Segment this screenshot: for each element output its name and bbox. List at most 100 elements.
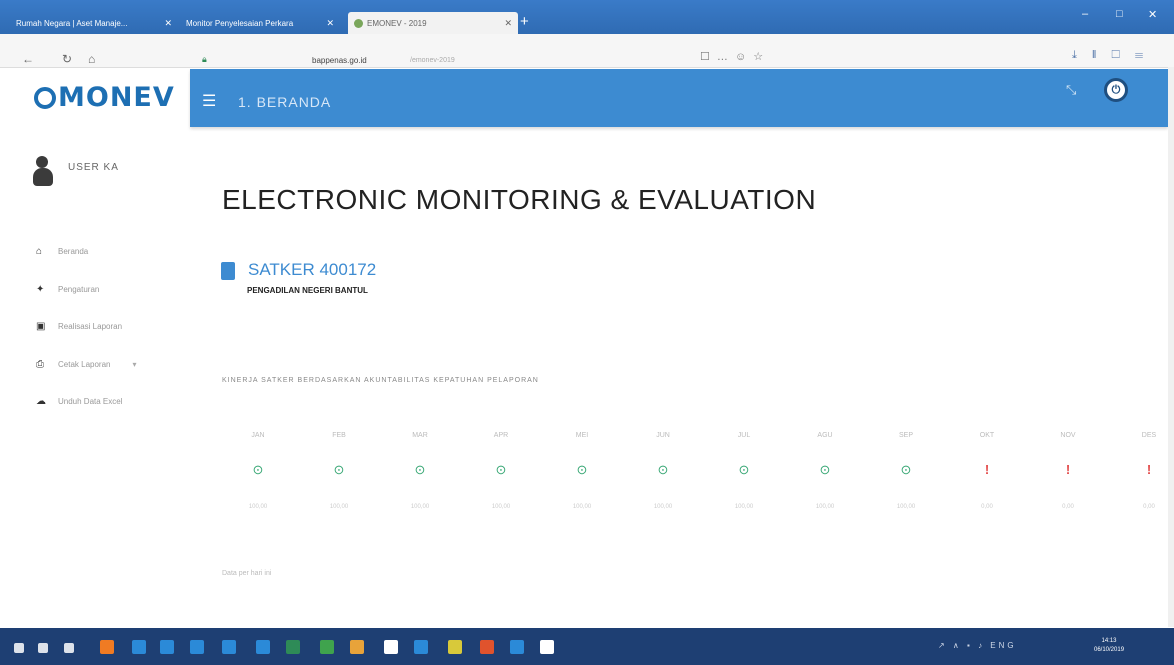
settings-icon: ✦: [36, 284, 45, 295]
close-tab-icon[interactable]: ✕: [504, 18, 512, 29]
performance-label: KINERJA SATKER BERDASARKAN AKUNTABILITAS…: [222, 377, 539, 384]
tab-label: Monitor Penyelesaian Perkara: [186, 18, 294, 28]
back-icon[interactable]: ←: [22, 52, 34, 66]
logo-text: MONEV: [58, 82, 175, 113]
check-circle-icon: ⊙: [738, 462, 750, 477]
sidebar-item-label: Unduh Data Excel: [58, 397, 123, 406]
satker-name: PENGADILAN NEGERI BANTUL: [247, 286, 368, 295]
system-tray[interactable]: ↗ ∧ ▪ ♪ ENG: [938, 641, 1017, 650]
fullscreen-icon[interactable]: ⤡: [1066, 82, 1076, 98]
taskbar-chrome-icon[interactable]: [320, 640, 334, 654]
taskbar-outlook-icon[interactable]: [510, 640, 524, 654]
sidebar-item-cetak[interactable]: ⎙ Cetak Laporan ▾: [36, 359, 137, 370]
clock-date: 06/10/2019: [1094, 647, 1125, 653]
taskbar-explorer-icon[interactable]: [160, 640, 174, 654]
sidebar-item-pengaturan[interactable]: ✦ Pengaturan: [36, 284, 99, 295]
taskbar-word-icon[interactable]: [256, 640, 270, 654]
close-tab-icon[interactable]: ✕: [326, 18, 334, 29]
taskbar-search-icon[interactable]: [38, 643, 48, 653]
check-circle-icon: ⊙: [333, 462, 345, 477]
user-name: USER KA: [68, 162, 119, 173]
sidebar-item-realisasi[interactable]: ▣ Realisasi Laporan: [36, 321, 122, 332]
sidebar-item-beranda[interactable]: ⌂ Beranda: [36, 246, 88, 257]
reload-icon[interactable]: ↻: [62, 52, 72, 66]
app-logo[interactable]: MONEV: [34, 82, 175, 113]
satker-code: SATKER 400172: [248, 260, 377, 279]
check-circle-icon: ⊙: [414, 462, 426, 477]
sidebar-item-label: Realisasi Laporan: [58, 322, 123, 331]
close-tab-icon[interactable]: ✕: [164, 18, 172, 29]
browser-tab-1[interactable]: Rumah Negara | Aset Manaje... ✕: [10, 12, 178, 34]
month-value: 0,00: [981, 504, 993, 510]
sidebar-item-unduh[interactable]: ☁ Unduh Data Excel: [36, 396, 122, 407]
month-value: 100,00: [734, 504, 754, 510]
home-icon: ⌂: [36, 246, 43, 257]
taskbar-edge-icon[interactable]: [132, 640, 146, 654]
month-name: FEB: [332, 432, 346, 439]
user-menu-button[interactable]: ⏻: [1104, 78, 1128, 102]
month-value: 100,00: [653, 504, 673, 510]
month-name: MEI: [575, 432, 589, 439]
exclamation-icon: !: [1065, 462, 1071, 477]
browser-toolbar-icons[interactable]: ⤓ ‖ ☐ ☰: [1072, 49, 1149, 62]
month-value: 100,00: [491, 504, 511, 510]
page-title: 1. BERANDA: [238, 94, 332, 110]
clock-time: 14:13: [1101, 638, 1117, 644]
report-icon: ▣: [36, 321, 46, 332]
url-path[interactable]: /emonev-2019: [410, 57, 455, 64]
logo-ring-icon: [34, 87, 56, 109]
scrollbar[interactable]: [1168, 67, 1174, 627]
taskbar-task-view-icon[interactable]: [64, 643, 74, 653]
month-value: 100,00: [329, 504, 349, 510]
month-name: APR: [493, 432, 509, 439]
check-circle-icon: ⊙: [900, 462, 912, 477]
upload-icon: ☁: [36, 396, 46, 407]
page-actions[interactable]: ☐ … ☺ ☆: [700, 50, 765, 63]
taskbar-store-icon[interactable]: [190, 640, 204, 654]
month-name: NOV: [1060, 432, 1076, 439]
maximize-button[interactable]: □: [1116, 8, 1123, 20]
home-browser-icon[interactable]: ⌂: [88, 52, 95, 66]
month-name: JUN: [656, 432, 670, 439]
new-tab-button[interactable]: +: [520, 14, 529, 29]
sidebar-item-label: Pengaturan: [58, 285, 100, 294]
close-window-button[interactable]: ✕: [1148, 8, 1157, 21]
taskbar-mail-icon[interactable]: [222, 640, 236, 654]
chevron-down-icon[interactable]: ▾: [132, 360, 136, 369]
app-header-bar: [190, 69, 1168, 127]
month-value: 0,00: [1143, 504, 1155, 510]
exclamation-icon: !: [1146, 462, 1152, 477]
print-icon: ⎙: [36, 359, 44, 370]
taskbar-clock[interactable]: 14:13 06/10/2019: [1094, 637, 1124, 655]
month-name: AGU: [817, 432, 833, 439]
user-avatar-icon: [33, 156, 53, 186]
month-value: 100,00: [896, 504, 916, 510]
taskbar-folder-icon[interactable]: [448, 640, 462, 654]
check-circle-icon: ⊙: [576, 462, 588, 477]
taskbar-notes-icon[interactable]: [384, 640, 398, 654]
browser-tab-active[interactable]: EMONEV - 2019 ✕: [348, 12, 518, 34]
taskbar-start-icon[interactable]: [14, 643, 24, 653]
minimize-button[interactable]: –: [1082, 8, 1088, 20]
url-text[interactable]: bappenas.go.id: [312, 56, 367, 65]
taskbar-firefox-icon[interactable]: [100, 640, 114, 654]
month-name: JUL: [737, 432, 751, 439]
taskbar-excel-icon[interactable]: [286, 640, 300, 654]
exclamation-icon: !: [984, 462, 990, 477]
taskbar-app-icon[interactable]: [480, 640, 494, 654]
lock-icon: 🔒︎: [202, 54, 207, 64]
month-value: 100,00: [572, 504, 592, 510]
check-circle-icon: ⊙: [657, 462, 669, 477]
check-circle-icon: ⊙: [252, 462, 264, 477]
taskbar-calculator-icon[interactable]: [350, 640, 364, 654]
sidebar-item-label: Cetak Laporan: [58, 360, 111, 369]
footnote: Data per hari ini: [222, 570, 272, 577]
taskbar-paint-icon[interactable]: [540, 640, 554, 654]
month-value: 100,00: [248, 504, 268, 510]
address-bar: [0, 34, 1174, 68]
browser-tab-2[interactable]: Monitor Penyelesaian Perkara ✕: [180, 12, 340, 34]
taskbar-photos-icon[interactable]: [414, 640, 428, 654]
tab-label: Rumah Negara | Aset Manaje...: [16, 18, 128, 28]
month-name: MAR: [412, 432, 428, 439]
hamburger-menu-icon[interactable]: ☰: [202, 91, 216, 111]
